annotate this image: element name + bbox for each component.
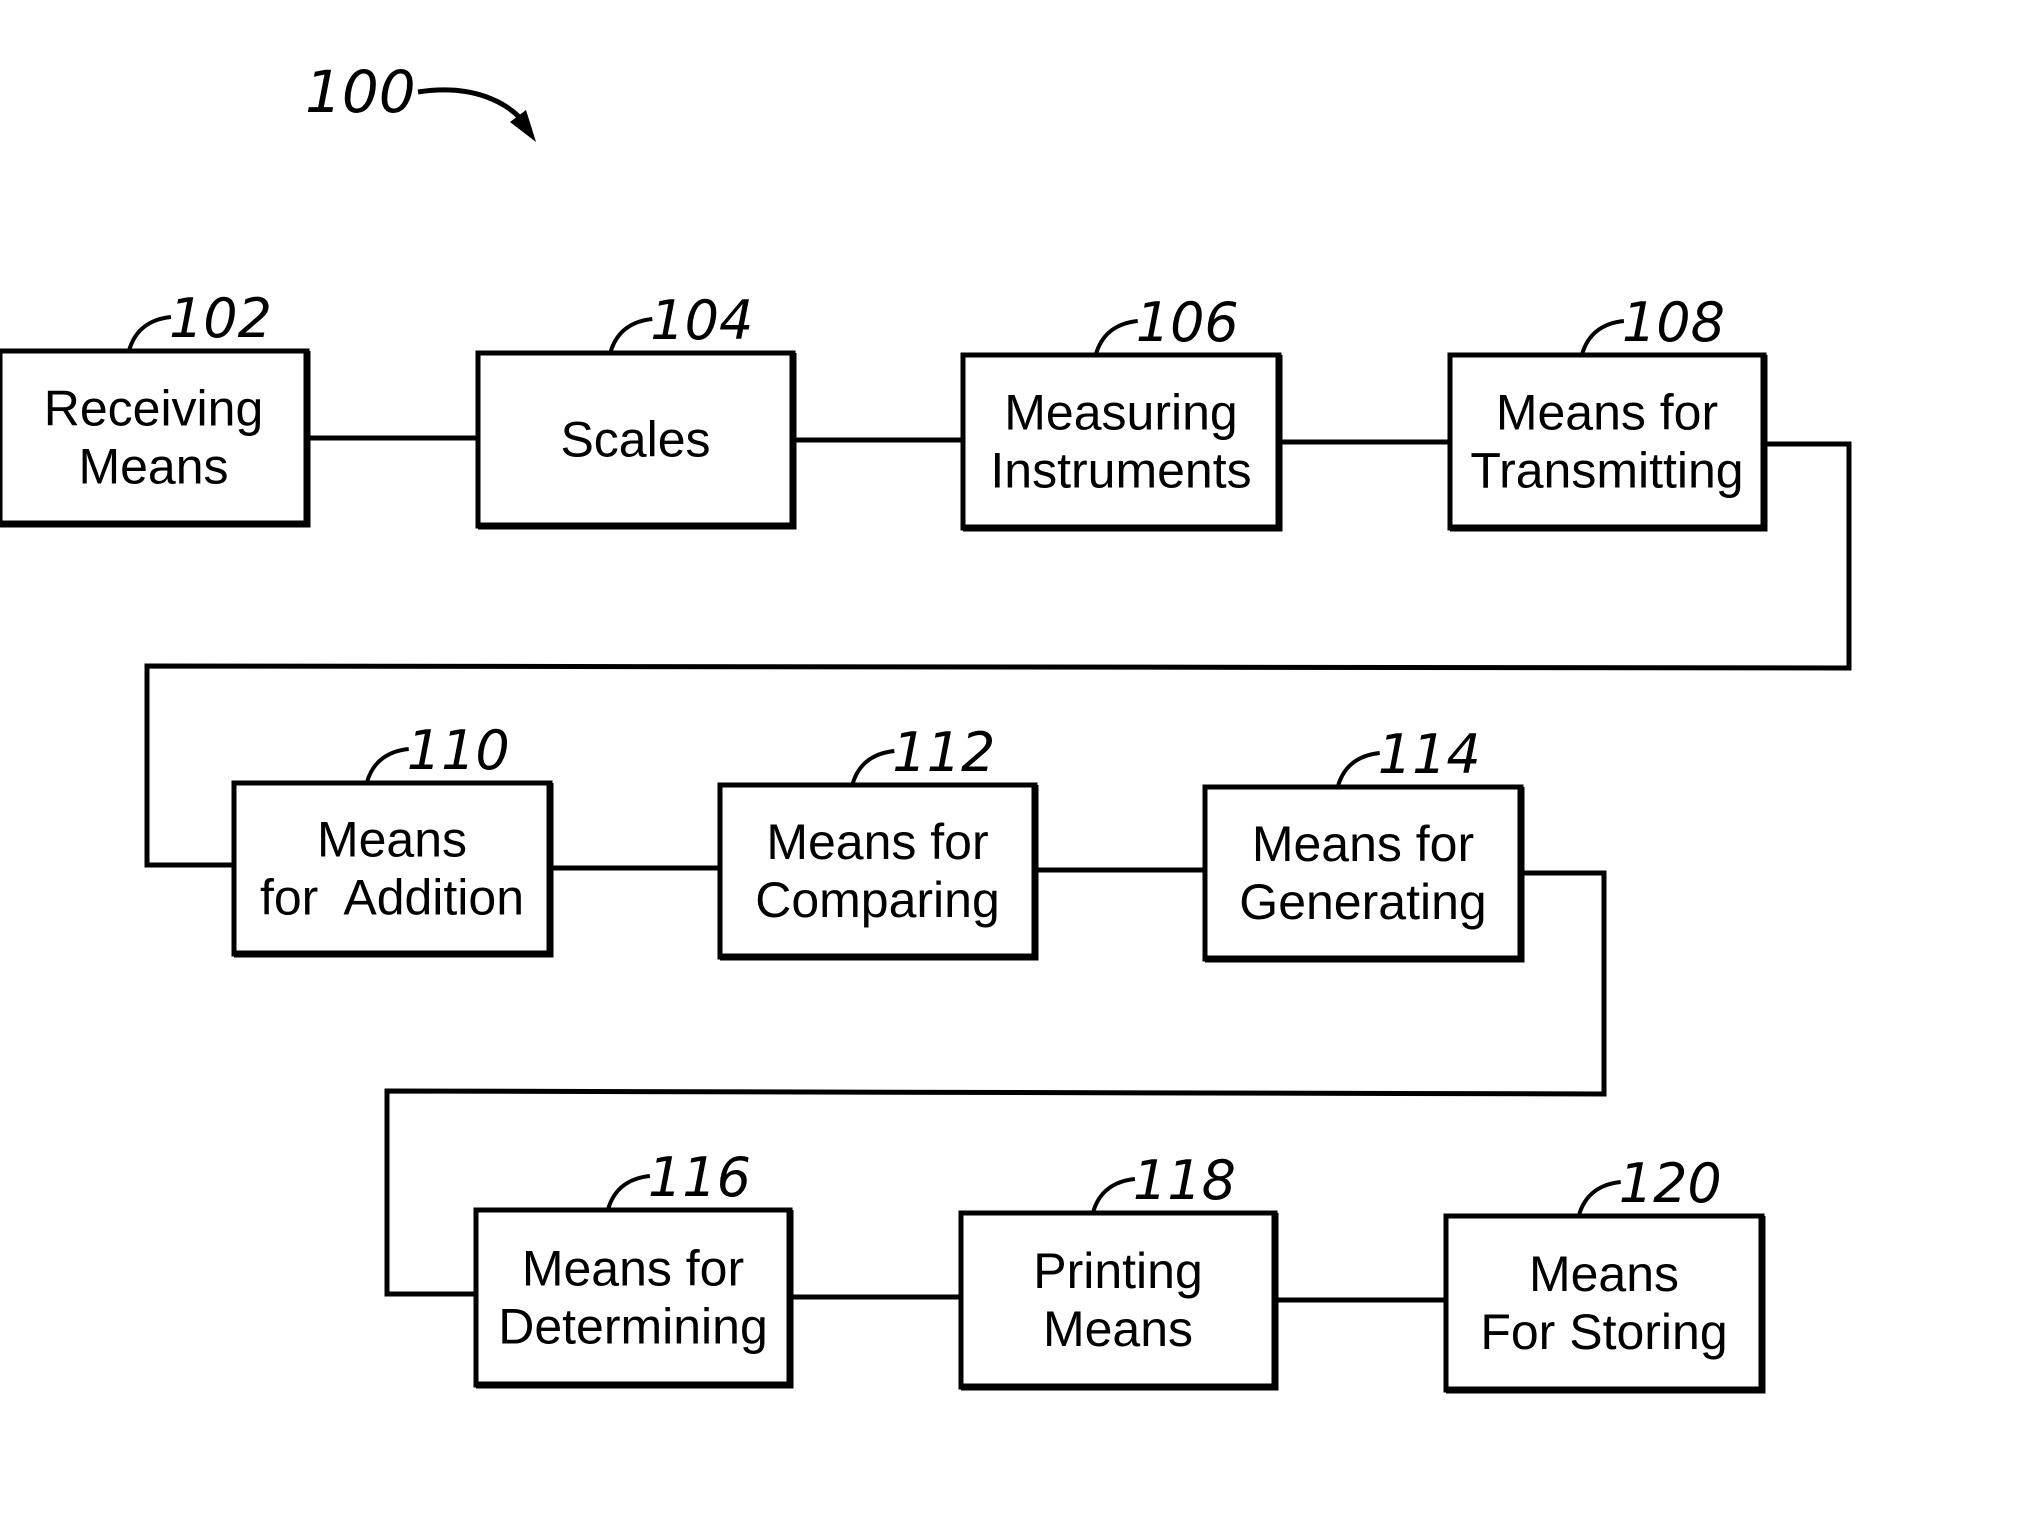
- block-106-box: [960, 352, 1282, 531]
- block-120-ref-number: 120: [1619, 1152, 1722, 1215]
- block-120-box: [1443, 1213, 1765, 1393]
- block-110-ref-leader: [364, 747, 409, 784]
- block-116: Means forDetermining 116: [473, 1146, 794, 1389]
- block-116-box: [473, 1207, 793, 1388]
- block-102-label-line: Receiving: [44, 381, 264, 437]
- block-120-label-line: Means: [1529, 1246, 1679, 1302]
- block-116-ref-number: 116: [648, 1146, 751, 1209]
- block-120-ref-leader: [1576, 1180, 1621, 1217]
- block-116-ref-leader: [605, 1174, 651, 1211]
- block-110-ref-number: 110: [407, 719, 510, 782]
- block-102: ReceivingMeans 102: [0, 287, 311, 528]
- block-118-label-line: Means: [1043, 1301, 1193, 1357]
- block-110-label-line: for Addition: [260, 870, 524, 926]
- block-114-label-line: Means for: [1252, 816, 1474, 872]
- block-102-label-line: Means: [78, 439, 228, 495]
- figure-ref-label: 100: [305, 58, 416, 126]
- block-106: MeasuringInstruments 106: [960, 291, 1283, 532]
- block-104-label-line: Scales: [560, 412, 710, 468]
- block-120: MeansFor Storing 120: [1443, 1152, 1766, 1394]
- block-114-ref-number: 114: [1378, 723, 1481, 786]
- block-116-label-line: Means for: [522, 1241, 744, 1297]
- block-112-label-line: Comparing: [755, 872, 1000, 928]
- block-112-ref-number: 112: [892, 721, 995, 784]
- block-118-ref-number: 118: [1133, 1149, 1236, 1212]
- block-106-label-line: Measuring: [1004, 385, 1237, 441]
- block-114-label-line: Generating: [1239, 874, 1486, 930]
- block-108-ref-leader: [1579, 319, 1625, 356]
- block-110-box: [231, 780, 553, 957]
- block-112-label-line: Means for: [766, 814, 988, 870]
- block-102-ref-number: 102: [169, 287, 272, 350]
- block-118-box: [958, 1210, 1278, 1390]
- block-108-label-line: Means for: [1496, 385, 1718, 441]
- block-102-box: [0, 348, 310, 527]
- block-114-box: [1202, 784, 1524, 962]
- block-108: Means forTransmitting 108: [1447, 291, 1768, 532]
- block-118-ref-leader: [1090, 1177, 1136, 1214]
- block-118-label-line: Printing: [1033, 1243, 1203, 1299]
- block-114-ref-leader: [1335, 751, 1380, 788]
- block-114: Means forGenerating 114: [1202, 723, 1525, 963]
- block-110: Meansfor Addition 110: [231, 719, 554, 958]
- block-110-label-line: Means: [317, 812, 467, 868]
- block-102-ref-leader: [127, 315, 172, 352]
- block-108-box: [1447, 352, 1767, 531]
- block-112: Means forComparing 112: [717, 721, 1039, 961]
- block-106-label-line: Instruments: [990, 443, 1251, 499]
- block-104: Scales 104: [475, 289, 797, 530]
- block-104-ref-number: 104: [650, 289, 753, 352]
- block-diagram: 100 ReceivingMeans102Scales104MeasuringI…: [0, 58, 1852, 1394]
- block-120-label-line: For Storing: [1480, 1304, 1727, 1360]
- block-112-ref-leader: [850, 749, 895, 786]
- block-106-ref-number: 106: [1136, 291, 1239, 354]
- patent-figure: 100 Receiving Means 102 Scales 104 Measuring I…: [0, 0, 2019, 1516]
- block-108-ref-number: 108: [1622, 291, 1725, 354]
- block-112-box: [717, 782, 1038, 960]
- block-104-ref-leader: [608, 317, 653, 354]
- block-116-label-line: Determining: [498, 1299, 768, 1355]
- block-106-ref-leader: [1093, 319, 1138, 356]
- block-118: PrintingMeans 118: [958, 1149, 1279, 1391]
- block-108-label-line: Transmitting: [1470, 443, 1743, 499]
